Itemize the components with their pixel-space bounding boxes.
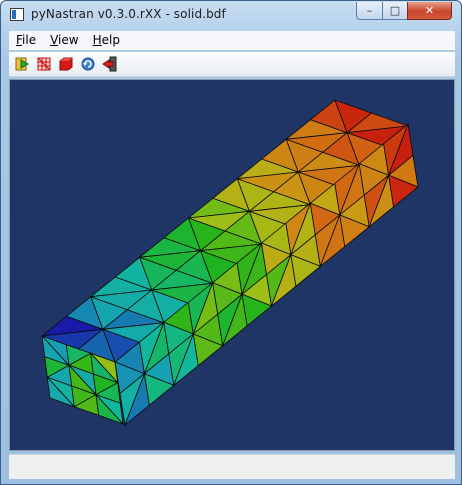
menu-help-mnemonic: H bbox=[92, 33, 102, 47]
menu-bar: File View Help bbox=[9, 31, 455, 50]
toolbar bbox=[9, 52, 455, 77]
menu-file[interactable]: File bbox=[9, 31, 43, 50]
solid-mesh bbox=[40, 99, 419, 427]
render-viewport[interactable] bbox=[9, 79, 455, 451]
app-window: pyNastran v0.3.0.rXX - solid.bdf – □ ✕ F… bbox=[0, 0, 462, 485]
status-bar bbox=[9, 454, 455, 479]
minimize-button[interactable]: – bbox=[356, 2, 383, 20]
title-bar[interactable]: pyNastran v0.3.0.rXX - solid.bdf – □ ✕ bbox=[1, 1, 461, 29]
menu-view-label: iew bbox=[58, 33, 79, 47]
close-icon: ✕ bbox=[424, 4, 435, 17]
exit-icon bbox=[102, 56, 117, 72]
maximize-button[interactable]: □ bbox=[382, 2, 408, 20]
menu-file-label: ile bbox=[22, 33, 37, 47]
refresh-icon bbox=[81, 57, 95, 71]
minimize-icon: – bbox=[366, 4, 373, 17]
menu-view[interactable]: View bbox=[43, 31, 85, 50]
window-title: pyNastran v0.3.0.rXX - solid.bdf bbox=[31, 7, 226, 21]
close-button[interactable]: ✕ bbox=[407, 2, 452, 20]
wireframe-icon bbox=[37, 57, 51, 71]
surface-icon bbox=[59, 57, 73, 71]
menu-view-mnemonic: V bbox=[50, 33, 59, 47]
exit-button[interactable] bbox=[101, 55, 119, 73]
menu-help-label: elp bbox=[101, 33, 120, 47]
surface-button[interactable] bbox=[57, 55, 75, 73]
app-icon bbox=[10, 8, 24, 21]
wireframe-button[interactable] bbox=[35, 55, 53, 73]
open-file-icon bbox=[15, 57, 30, 71]
maximize-icon: □ bbox=[389, 4, 401, 17]
open-file-button[interactable] bbox=[13, 55, 31, 73]
menu-help[interactable]: Help bbox=[86, 31, 127, 50]
refresh-button[interactable] bbox=[79, 55, 97, 73]
